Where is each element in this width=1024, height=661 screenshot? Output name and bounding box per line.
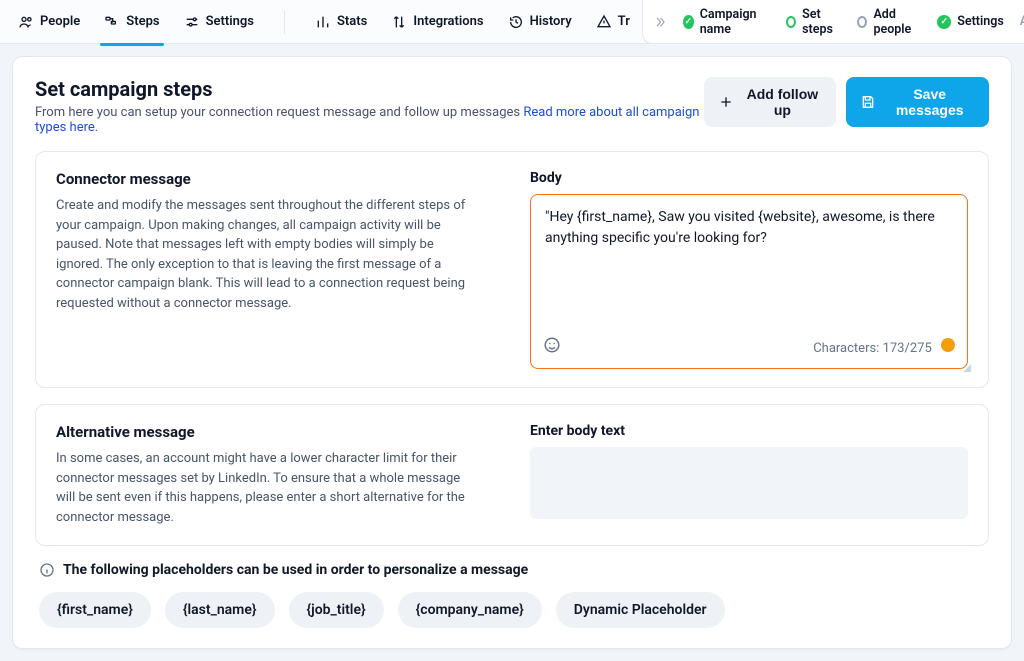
card-header: Set campaign steps From here you can set…: [35, 77, 989, 135]
step-activate: Activate: [1020, 14, 1024, 29]
nav-tr[interactable]: Tr: [592, 8, 634, 36]
step-label: Add people: [873, 7, 921, 37]
step-set-steps[interactable]: Set steps: [786, 7, 841, 37]
nav-stats-label: Stats: [337, 14, 367, 29]
campaign-stepper: Campaign name Set steps Add people Setti…: [642, 0, 1024, 44]
add-follow-up-button[interactable]: Add follow up: [704, 77, 836, 127]
connector-body: Body "Hey {first_name}, Saw you visited …: [530, 170, 968, 369]
placeholder-chip-company-name[interactable]: {company_name}: [398, 592, 542, 628]
arrows-up-down-icon: [391, 14, 407, 30]
alternative-body: Enter body text: [530, 423, 968, 527]
nav-history[interactable]: History: [504, 8, 576, 36]
nav-steps[interactable]: Steps: [100, 8, 163, 36]
save-icon: [860, 94, 876, 110]
nav-integrations-label: Integrations: [413, 14, 483, 29]
placeholder-chip-last-name[interactable]: {last_name}: [165, 592, 275, 628]
history-icon: [508, 14, 524, 30]
nav-history-label: History: [530, 14, 572, 29]
header-actions: Add follow up Save messages: [704, 77, 989, 127]
header-text: Set campaign steps From here you can set…: [35, 77, 704, 135]
step-label: Campaign name: [700, 7, 770, 37]
placeholder-chip-job-title[interactable]: {job_title}: [289, 592, 384, 628]
warning-icon: [596, 14, 612, 30]
connector-title: Connector message: [56, 170, 494, 188]
page-subtitle: From here you can setup your connection …: [35, 105, 704, 135]
body-textarea[interactable]: "Hey {first_name}, Saw you visited {webs…: [531, 195, 967, 328]
plus-icon: [718, 94, 734, 110]
placeholder-chips: {first_name} {last_name} {job_title} {co…: [39, 592, 989, 628]
nav-people[interactable]: People: [14, 8, 84, 36]
nav-left-group: People Steps Settings Stats Integr: [6, 0, 642, 43]
check-circle-icon: [683, 15, 694, 29]
btn-label: Add follow up: [742, 86, 822, 118]
warning-dot-icon: [941, 338, 955, 352]
placeholders-section: The following placeholders can be used i…: [35, 562, 989, 628]
steps-icon: [104, 14, 120, 30]
nav-steps-label: Steps: [126, 14, 159, 29]
save-messages-button[interactable]: Save messages: [846, 77, 989, 127]
connector-desc: Create and modify the messages sent thro…: [56, 196, 476, 313]
check-circle-icon: [937, 15, 951, 29]
placeholders-head-text: The following placeholders can be used i…: [63, 562, 528, 578]
body-label: Body: [530, 170, 968, 186]
placeholder-chip-dynamic[interactable]: Dynamic Placeholder: [556, 592, 725, 628]
char-counter-wrap: Characters: 173/275: [813, 338, 955, 356]
bar-chart-icon: [315, 14, 331, 30]
step-campaign-name[interactable]: Campaign name: [683, 7, 770, 37]
main-card: Set campaign steps From here you can set…: [12, 56, 1012, 649]
char-label: Characters:: [813, 341, 882, 356]
sliders-icon: [184, 14, 200, 30]
nav-settings[interactable]: Settings: [180, 8, 258, 36]
body-editor: "Hey {first_name}, Saw you visited {webs…: [530, 194, 968, 369]
step-label: Set steps: [802, 7, 841, 37]
step-label: Activate: [1020, 14, 1024, 29]
emoji-picker-button[interactable]: [543, 336, 561, 358]
placeholder-chip-first-name[interactable]: {first_name}: [39, 592, 151, 628]
nav-divider: [284, 10, 285, 34]
step-label: Settings: [957, 14, 1004, 29]
chevrons-right-icon[interactable]: [653, 15, 667, 29]
step-add-people[interactable]: Add people: [857, 7, 921, 37]
connector-panel: Connector message Create and modify the …: [35, 151, 989, 388]
placeholders-head: The following placeholders can be used i…: [39, 562, 989, 578]
nav-stats[interactable]: Stats: [311, 8, 371, 36]
nav-people-label: People: [40, 14, 80, 29]
users-icon: [18, 14, 34, 30]
alt-body-textarea[interactable]: [530, 447, 968, 519]
alternative-title: Alternative message: [56, 423, 494, 441]
btn-label: Save messages: [884, 86, 975, 118]
nav-settings-label: Settings: [206, 14, 254, 29]
step-settings[interactable]: Settings: [937, 14, 1004, 29]
top-navbar: People Steps Settings Stats Integr: [0, 0, 1024, 44]
nav-tr-label: Tr: [618, 14, 630, 29]
info-icon: [39, 562, 55, 578]
nav-integrations[interactable]: Integrations: [387, 8, 487, 36]
alternative-desc: In some cases, an account might have a l…: [56, 449, 476, 527]
body-footer: Characters: 173/275: [531, 328, 967, 368]
connector-info: Connector message Create and modify the …: [56, 170, 494, 369]
alternative-info: Alternative message In some cases, an ac…: [56, 423, 494, 527]
alternative-panel: Alternative message In some cases, an ac…: [35, 404, 989, 546]
ring-current-icon: [786, 16, 796, 28]
alt-body-label: Enter body text: [530, 423, 968, 439]
char-counter: 173/275: [883, 341, 932, 356]
ring-todo-icon: [857, 16, 867, 28]
subtitle-text: From here you can setup your connection …: [35, 105, 523, 120]
page-title: Set campaign steps: [35, 77, 704, 101]
